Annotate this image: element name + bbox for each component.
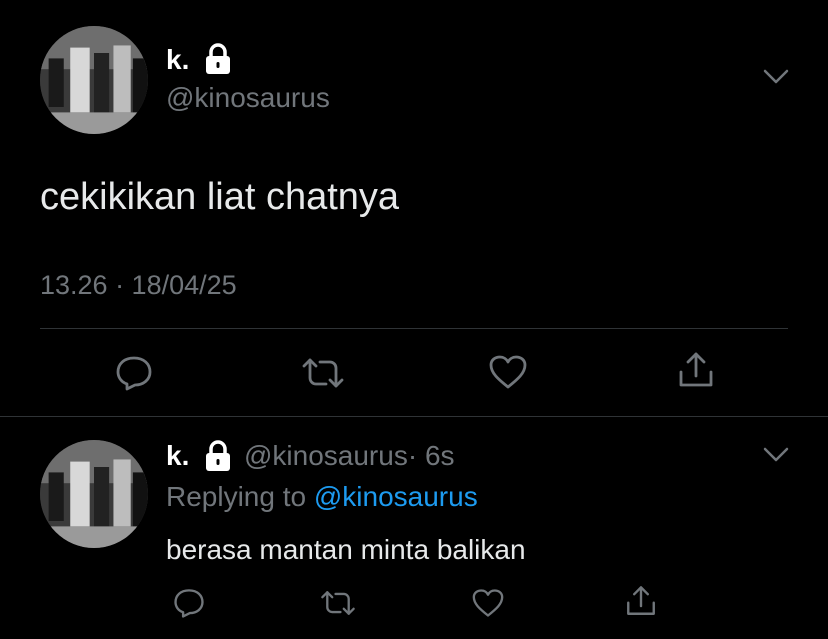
lock-icon	[203, 43, 233, 75]
divider	[40, 328, 788, 329]
tweet-text: cekikikan liat chatnya	[40, 176, 400, 218]
section-divider	[0, 416, 828, 417]
retweet-icon[interactable]	[300, 356, 346, 390]
avatar[interactable]	[40, 440, 148, 548]
replying-handle-link[interactable]: @kinosaurus	[314, 481, 478, 512]
share-icon[interactable]	[676, 350, 716, 390]
lock-icon	[203, 440, 233, 472]
tweet-time: · 6s	[407, 440, 455, 471]
user-handle[interactable]: @kinosaurus· 6s	[244, 442, 455, 470]
reply-icon[interactable]	[172, 587, 206, 619]
user-handle[interactable]: @kinosaurus	[166, 84, 330, 112]
like-icon[interactable]	[471, 588, 505, 618]
avatar-photo	[40, 26, 148, 134]
replying-prefix: Replying to	[166, 481, 307, 512]
reply-icon[interactable]	[114, 354, 154, 392]
chevron-down-icon[interactable]	[763, 68, 789, 86]
like-icon[interactable]	[488, 354, 528, 390]
handle-text: @kinosaurus	[244, 440, 408, 471]
reply-text: berasa mantan minta balikan	[166, 534, 526, 565]
replying-to: Replying to @kinosaurus	[166, 483, 478, 511]
avatar[interactable]	[40, 26, 148, 134]
chevron-down-icon[interactable]	[763, 446, 789, 464]
share-icon[interactable]	[624, 584, 658, 618]
avatar-photo	[40, 440, 148, 548]
display-name[interactable]: k.	[166, 442, 189, 470]
retweet-icon[interactable]	[319, 589, 357, 617]
tweet-timestamp[interactable]: 13.26 · 18/04/25	[40, 272, 237, 299]
display-name[interactable]: k.	[166, 46, 189, 74]
